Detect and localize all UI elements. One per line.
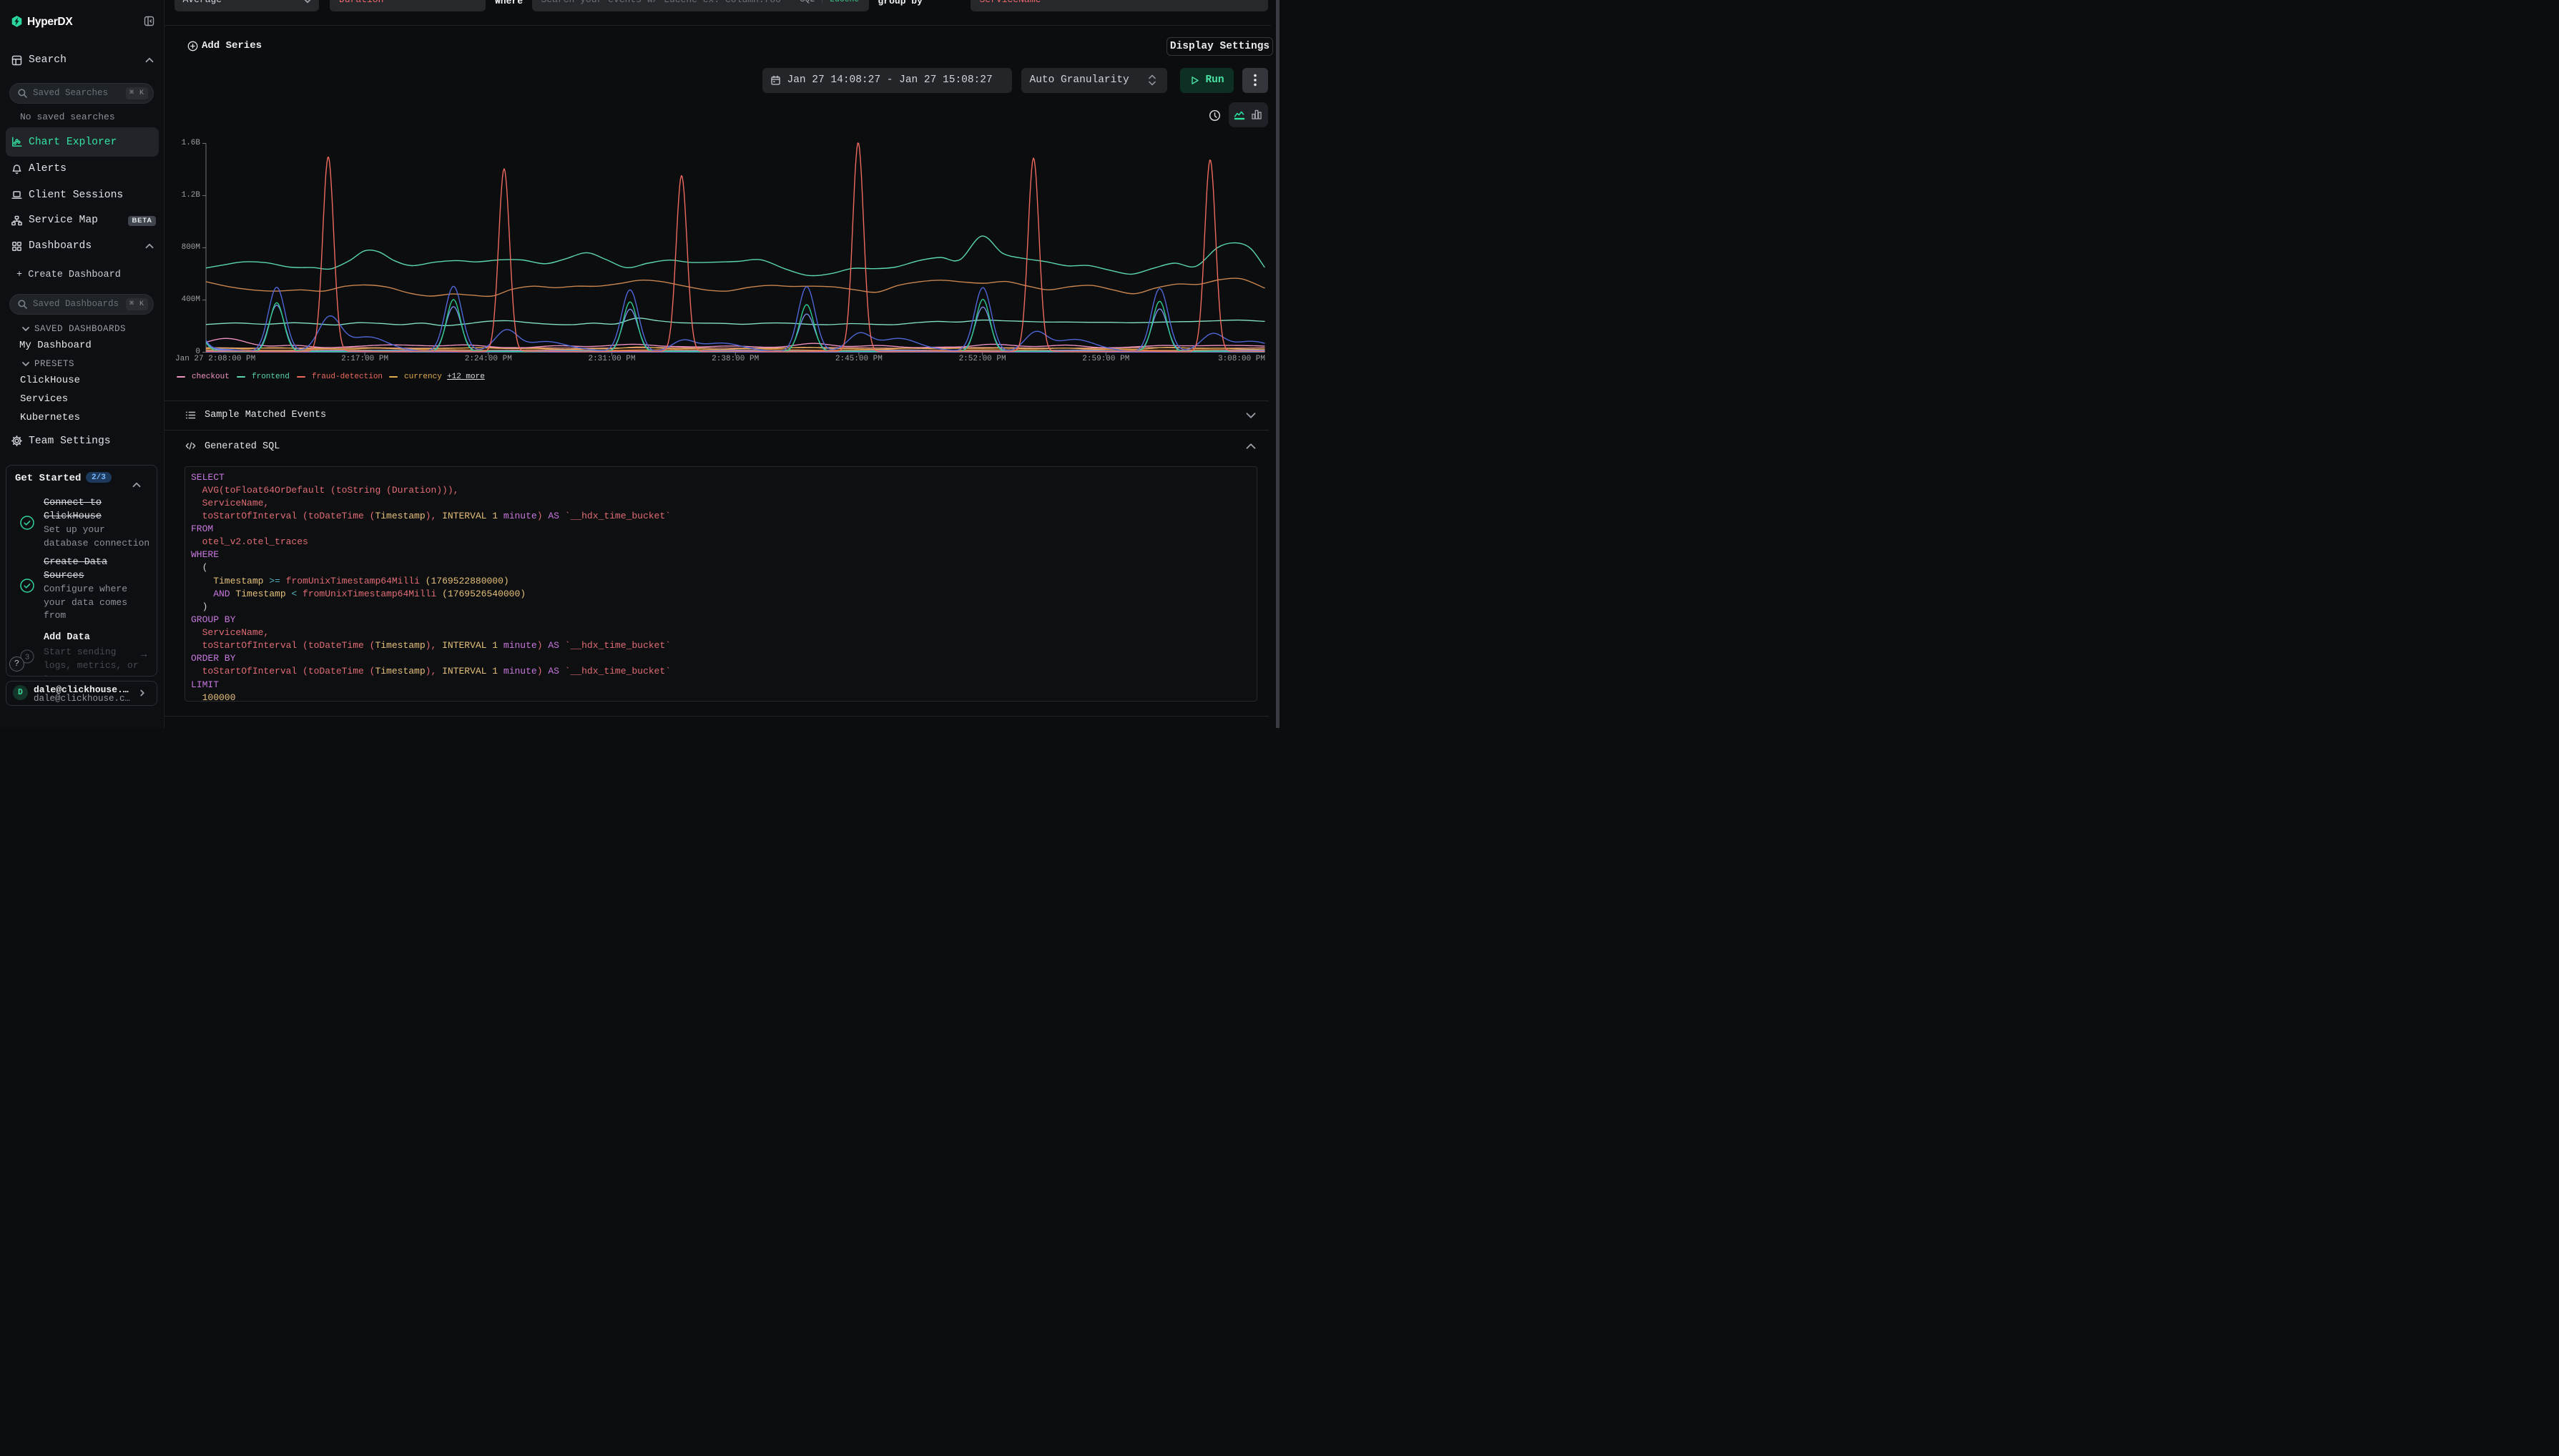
svg-text:3: 3: [25, 654, 30, 662]
